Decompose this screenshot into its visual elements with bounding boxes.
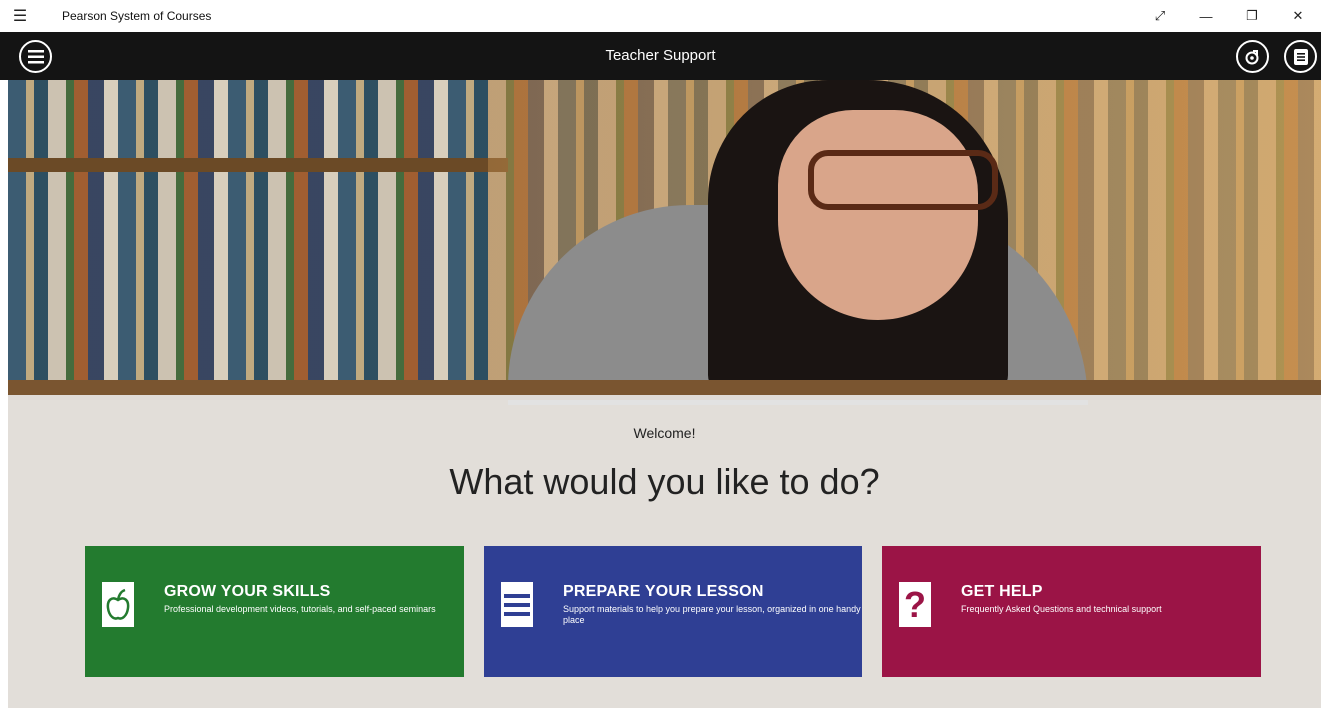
grow-skills-tile[interactable]: GROW YOUR SKILLS Professional developmen… xyxy=(85,546,464,677)
expand-icon[interactable]: ⤢ xyxy=(1137,0,1183,32)
tile-title: GROW YOUR SKILLS xyxy=(164,583,331,600)
tile-description: Professional development videos, tutoria… xyxy=(164,604,436,614)
window-titlebar: ☰ Pearson System of Courses ⤢ — ❐ ✕ xyxy=(0,0,1321,32)
hero-section: Welcome! What would you like to do? GROW… xyxy=(8,80,1321,708)
app-header: Teacher Support xyxy=(0,32,1321,80)
get-help-tile[interactable]: ? GET HELP Frequently Asked Questions an… xyxy=(882,546,1261,677)
tile-title: GET HELP xyxy=(961,583,1043,600)
window-controls: ⤢ — ❐ ✕ xyxy=(1137,0,1321,32)
action-tiles: GROW YOUR SKILLS Professional developmen… xyxy=(85,546,1261,677)
hamburger-icon[interactable]: ☰ xyxy=(0,0,40,32)
lines-icon xyxy=(501,582,533,627)
welcome-panel: Welcome! What would you like to do? GROW… xyxy=(8,395,1321,708)
notes-circle-icon[interactable] xyxy=(1284,40,1317,73)
scope-circle-icon[interactable] xyxy=(1236,40,1269,73)
welcome-text: Welcome! xyxy=(633,425,696,441)
apple-icon xyxy=(102,582,134,627)
close-icon[interactable]: ✕ xyxy=(1275,0,1321,32)
question-icon: ? xyxy=(899,582,931,627)
page-title: Teacher Support xyxy=(605,47,716,64)
tile-title: PREPARE YOUR LESSON xyxy=(563,583,764,600)
minimize-icon[interactable]: — xyxy=(1183,0,1229,32)
restore-icon[interactable]: ❐ xyxy=(1229,0,1275,32)
app-title: Pearson System of Courses xyxy=(62,9,212,23)
prepare-lesson-tile[interactable]: PREPARE YOUR LESSON Support materials to… xyxy=(484,546,862,677)
tile-description: Support materials to help you prepare yo… xyxy=(563,604,861,625)
tile-description: Frequently Asked Questions and technical… xyxy=(961,604,1162,614)
headline: What would you like to do? xyxy=(449,461,880,502)
